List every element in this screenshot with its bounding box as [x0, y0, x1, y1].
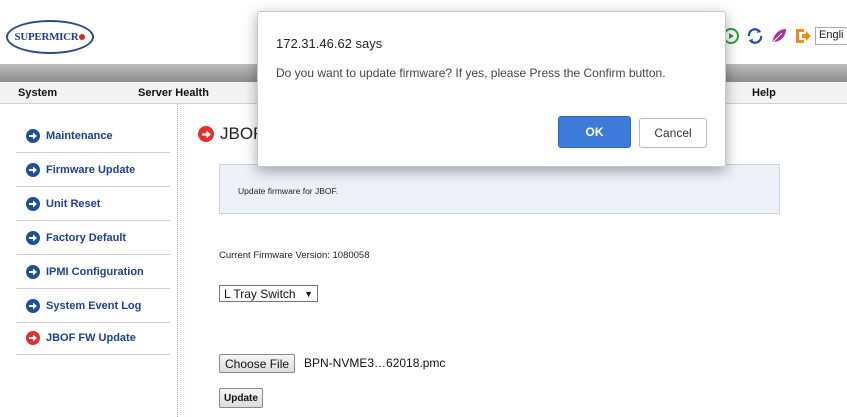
sidebar-item-jbof-fw-update[interactable]: JBOF FW Update [16, 322, 170, 355]
arrow-right-icon [26, 163, 40, 177]
arrow-right-icon [26, 265, 40, 279]
nav-item-server-health[interactable]: Server Health [138, 87, 209, 99]
ok-button[interactable]: OK [558, 116, 631, 148]
tray-select[interactable]: L Tray Switch ▼ [219, 285, 318, 302]
sidebar-item-maintenance[interactable]: Maintenance [16, 120, 170, 153]
cancel-button[interactable]: Cancel [639, 118, 707, 148]
chevron-down-icon: ▼ [304, 288, 313, 299]
leaf-icon[interactable] [770, 27, 788, 45]
logo-dot-icon [79, 34, 86, 40]
logo-text: SUPERMICR [14, 31, 79, 43]
sidebar-item-firmware-update[interactable]: Firmware Update [16, 154, 170, 187]
sync-icon[interactable] [746, 27, 764, 45]
sidebar-item-unit-reset[interactable]: Unit Reset [16, 188, 170, 221]
sidebar-item-label: Unit Reset [46, 198, 101, 210]
page-header: JBOF [198, 124, 263, 144]
info-box: Update firmware for JBOF. [219, 164, 780, 214]
header-icons [722, 27, 812, 45]
nav-item-system[interactable]: System [18, 87, 57, 99]
firmware-version-label: Current Firmware Version: 1080058 [219, 250, 370, 261]
sidebar-item-label: IPMI Configuration [46, 266, 144, 278]
sidebar-item-label: Firmware Update [46, 164, 136, 176]
sidebar: Maintenance Firmware Update Unit Reset F… [0, 104, 178, 417]
sidebar-item-factory-default[interactable]: Factory Default [16, 222, 170, 255]
language-select[interactable]: Engli [815, 27, 847, 45]
info-text: Update firmware for JBOF. [238, 186, 339, 196]
tray-select-value: L Tray Switch [224, 286, 296, 301]
sidebar-item-label: Factory Default [46, 232, 127, 244]
arrow-right-icon [26, 331, 40, 345]
nav-item-help[interactable]: Help [752, 87, 776, 99]
arrow-right-icon [26, 299, 40, 313]
supermicro-logo[interactable]: SUPERMICR [6, 20, 94, 54]
sidebar-item-label: Maintenance [46, 130, 113, 142]
arrow-right-icon [26, 197, 40, 211]
sidebar-item-ipmi-configuration[interactable]: IPMI Configuration [16, 256, 170, 289]
dialog-title: 172.31.46.62 says [276, 36, 383, 51]
arrow-right-icon [198, 126, 214, 142]
choose-file-button[interactable]: Choose File [219, 354, 296, 373]
logout-icon[interactable] [794, 27, 812, 45]
selected-file-name: BPN-NVME3…62018.pmc [304, 356, 446, 370]
arrow-right-icon [26, 129, 40, 143]
dialog-message: Do you want to update firmware? If yes, … [276, 66, 666, 80]
sidebar-item-system-event-log[interactable]: System Event Log [16, 290, 170, 323]
arrow-right-icon [26, 231, 40, 245]
update-button[interactable]: Update [219, 388, 263, 408]
confirm-dialog: 172.31.46.62 says Do you want to update … [257, 11, 726, 167]
sidebar-item-label: System Event Log [46, 300, 142, 312]
sidebar-item-label: JBOF FW Update [46, 332, 136, 344]
